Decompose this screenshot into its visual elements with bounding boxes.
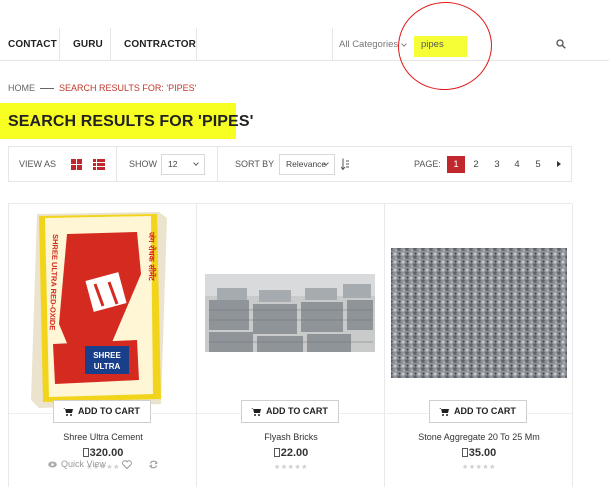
breadcrumb: HOME SEARCH RESULTS FOR: 'PIPES' xyxy=(8,83,196,93)
product-price: 320.00 xyxy=(9,447,197,459)
nav-contact[interactable]: CONTACT xyxy=(8,28,57,61)
sort-direction-icon[interactable] xyxy=(341,158,350,170)
cart-icon xyxy=(63,408,73,416)
price-value: 320.00 xyxy=(89,447,124,459)
toolbar-divider xyxy=(217,147,218,181)
heart-icon[interactable] xyxy=(122,460,132,469)
product-card: ADD TO CART Stone Aggregate 20 To 25 Mm … xyxy=(385,204,573,487)
grid-view-icon[interactable] xyxy=(71,159,82,170)
list-view-icon[interactable] xyxy=(93,159,105,170)
category-select[interactable]: All Categories xyxy=(339,28,398,61)
product-name[interactable]: Flyash Bricks xyxy=(197,432,385,442)
page-1[interactable]: 1 xyxy=(447,156,465,173)
page-2[interactable]: 2 xyxy=(467,156,485,173)
breadcrumb-separator xyxy=(40,88,54,90)
sort-value: Relevance xyxy=(286,159,327,169)
nav-divider xyxy=(196,28,197,61)
view-as-label: VIEW AS xyxy=(19,159,57,169)
search-icon[interactable] xyxy=(556,39,566,49)
show-label: SHOW xyxy=(129,159,157,169)
add-to-cart-button[interactable]: ADD TO CART xyxy=(53,400,151,423)
product-image[interactable]: SHREE ULTRA SHREE ULTRA RED-OXIDE जंग रो… xyxy=(9,204,197,414)
page-5[interactable]: 5 xyxy=(529,156,547,173)
add-to-cart-button[interactable]: ADD TO CART xyxy=(241,400,339,423)
product-grid: SHREE ULTRA SHREE ULTRA RED-OXIDE जंग रो… xyxy=(8,203,573,487)
top-navigation: CONTACT GURU CONTRACTOR All Categories xyxy=(0,28,609,61)
price-value: 35.00 xyxy=(468,447,497,459)
show-select[interactable]: 12 xyxy=(161,154,205,175)
search-divider xyxy=(332,28,333,61)
page-title: SEARCH RESULTS FOR 'PIPES' xyxy=(8,113,254,130)
breadcrumb-home[interactable]: HOME xyxy=(8,83,35,93)
toolbar-divider xyxy=(116,147,117,181)
nav-guru[interactable]: GURU xyxy=(73,28,103,61)
next-page-icon[interactable] xyxy=(557,161,561,167)
cart-icon xyxy=(251,408,261,416)
eye-icon[interactable] xyxy=(48,461,57,468)
cement-bag-image: SHREE ULTRA SHREE ULTRA RED-OXIDE जंग रो… xyxy=(31,212,167,408)
svg-text:ULTRA: ULTRA xyxy=(94,362,121,371)
chevron-down-icon xyxy=(193,160,199,166)
quick-view-link[interactable]: Quick View xyxy=(61,459,106,469)
page-3[interactable]: 3 xyxy=(488,156,506,173)
product-price: 22.00 xyxy=(197,447,385,459)
add-to-cart-button[interactable]: ADD TO CART xyxy=(429,400,527,423)
price-value: 22.00 xyxy=(280,447,309,459)
cart-icon xyxy=(439,408,449,416)
page-4[interactable]: 4 xyxy=(508,156,526,173)
compare-icon[interactable] xyxy=(149,460,158,469)
sort-select[interactable]: Relevance xyxy=(279,154,335,175)
svg-text:जंग रोधक सीमेंट: जंग रोधक सीमेंट xyxy=(147,231,157,282)
nav-contractor[interactable]: CONTRACTOR xyxy=(124,28,196,61)
add-to-cart-label: ADD TO CART xyxy=(78,406,140,416)
sort-by-label: SORT BY xyxy=(235,159,275,169)
product-card: SHREE ULTRA SHREE ULTRA RED-OXIDE जंग रो… xyxy=(9,204,197,487)
currency-icon xyxy=(273,448,280,457)
flyash-bricks-image xyxy=(205,274,375,352)
rating-stars: ★★★★★ xyxy=(274,464,308,471)
stone-aggregate-image xyxy=(391,248,567,378)
add-to-cart-label: ADD TO CART xyxy=(454,406,516,416)
rating-stars: ★★★★★ xyxy=(462,464,496,471)
currency-icon xyxy=(82,448,89,457)
product-card: ADD TO CART Flyash Bricks 22.00 ★★★★★ xyxy=(197,204,385,487)
product-name[interactable]: Stone Aggregate 20 To 25 Mm xyxy=(385,432,573,442)
product-toolbar: VIEW AS SHOW 12 SORT BY Relevance PAGE: … xyxy=(8,146,572,182)
show-value: 12 xyxy=(168,159,178,169)
breadcrumb-current: SEARCH RESULTS FOR: 'PIPES' xyxy=(59,83,197,93)
nav-divider xyxy=(110,28,111,61)
nav-divider xyxy=(59,28,60,61)
product-name[interactable]: Shree Ultra Cement xyxy=(9,432,197,442)
add-to-cart-label: ADD TO CART xyxy=(266,406,328,416)
product-image[interactable] xyxy=(197,204,385,414)
product-price: 35.00 xyxy=(385,447,573,459)
page-label: PAGE: xyxy=(414,159,441,169)
annotation-circle xyxy=(393,0,497,95)
product-image[interactable] xyxy=(385,204,573,414)
svg-text:SHREE: SHREE xyxy=(93,351,121,360)
currency-icon xyxy=(461,448,468,457)
